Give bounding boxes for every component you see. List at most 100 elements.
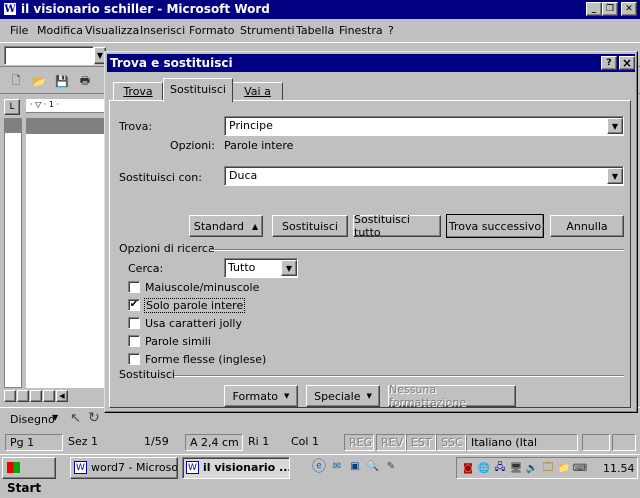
maximize-button[interactable]: ❐ xyxy=(602,2,618,16)
clock[interactable]: 11.54 xyxy=(603,462,635,475)
word-doc-icon: W xyxy=(186,461,199,474)
status-ext[interactable]: EST xyxy=(406,434,436,451)
replace-all-button[interactable]: Sostituisci tutto xyxy=(353,213,441,239)
layout-view-button[interactable] xyxy=(30,390,42,402)
free-rotate-icon[interactable]: ↻ xyxy=(88,410,100,426)
checkbox-box[interactable] xyxy=(128,317,140,329)
tray-scheduler-icon[interactable]: 🗔 xyxy=(541,461,555,475)
special-button-label: Speciale xyxy=(314,389,361,403)
scroll-left-button[interactable]: ◀ xyxy=(56,390,68,402)
cancel-button[interactable]: Annulla xyxy=(550,215,624,237)
tray-network-icon[interactable]: 🖧 xyxy=(493,461,507,475)
menu-visualizza[interactable]: Visualizza xyxy=(85,22,139,40)
replace-button[interactable]: Sostituisci xyxy=(272,215,348,237)
tab-trova-label: Trova xyxy=(123,85,153,98)
word-app-icon[interactable]: W xyxy=(3,2,17,16)
collapse-arrow-icon: ▲ xyxy=(251,221,259,231)
start-button[interactable]: Start xyxy=(2,457,56,495)
tab-trova[interactable]: Trova xyxy=(113,82,163,100)
tray-keyboard-icon[interactable]: ⌨ xyxy=(573,461,587,475)
outline-view-button[interactable] xyxy=(43,390,55,402)
find-input[interactable]: Principe xyxy=(224,116,624,136)
menu-finestra[interactable]: Finestra xyxy=(339,22,383,40)
checkbox-label: Forme flesse (inglese) xyxy=(145,353,267,366)
windows-logo-icon xyxy=(7,462,20,473)
style-combo[interactable] xyxy=(4,46,94,65)
checkbox-box[interactable] xyxy=(128,281,140,293)
menu-formato[interactable]: Formato xyxy=(189,22,235,40)
format-button[interactable]: Formato ▼ xyxy=(224,385,298,407)
find-next-button[interactable]: Trova successivo xyxy=(446,214,544,238)
search-direction-value: Tutto xyxy=(228,261,256,274)
menu-inserisci[interactable]: Inserisci xyxy=(140,22,185,40)
select-objects-icon[interactable]: ↖ xyxy=(70,411,81,426)
save-icon[interactable]: 💾 xyxy=(52,71,72,91)
drawing-menu-label[interactable]: Disegno xyxy=(10,413,55,426)
search-direction-arrow[interactable]: ▼ xyxy=(281,260,297,276)
checkbox-label: Usa caratteri jolly xyxy=(145,317,242,330)
status-ovr[interactable]: SSC xyxy=(436,434,466,451)
search-options-title: Opzioni di ricerca xyxy=(119,242,215,255)
tab-sostituisci-label: Sostituisci xyxy=(170,83,226,96)
tray-monitor-icon[interactable]: 🖥 xyxy=(509,461,523,475)
ruler-strip[interactable]: · ▽ · 1 · xyxy=(26,99,106,113)
status-rec[interactable]: REG xyxy=(344,434,374,451)
menu-bar: File Modifica Visualizza Inserisci Forma… xyxy=(0,19,640,41)
ie-icon[interactable]: ⓔ xyxy=(312,459,326,475)
standard-button[interactable]: Standard ▲ xyxy=(189,215,263,237)
search-icon[interactable]: 🔍 xyxy=(366,459,380,473)
status-language: Italiano (Ital xyxy=(466,434,578,451)
desktop-icon[interactable]: ▣ xyxy=(348,459,362,473)
dialog-help-button[interactable]: ? xyxy=(601,56,617,70)
no-formatting-button[interactable]: Nessuna formattazione xyxy=(388,383,516,409)
menu-strumenti[interactable]: Strumenti xyxy=(240,22,295,40)
outlook-icon[interactable]: ✉ xyxy=(330,459,344,473)
vertical-ruler xyxy=(4,118,22,388)
dialog-close-button[interactable]: × xyxy=(619,56,635,70)
tray-globe-icon[interactable]: 🌐 xyxy=(477,461,491,475)
tab-selector[interactable]: L xyxy=(4,99,20,115)
task-visionario[interactable]: W il visionario ... xyxy=(182,457,290,479)
tab-panel: Trova: Principe ▼ Opzioni: Parole intere… xyxy=(109,100,631,409)
drawing-menu-arrow-icon[interactable]: ▼ xyxy=(52,413,58,422)
find-input-value: Principe xyxy=(229,119,273,132)
find-dropdown-arrow[interactable]: ▼ xyxy=(607,118,623,134)
tab-vai-a[interactable]: Vai a xyxy=(233,82,283,100)
menu-file[interactable]: File xyxy=(10,22,28,40)
status-page: Pg 1 xyxy=(5,434,63,451)
online-view-button[interactable] xyxy=(17,390,29,402)
tab-sostituisci[interactable]: Sostituisci xyxy=(163,78,233,102)
checkbox-label: Maiuscole/minuscole xyxy=(145,281,260,294)
menu-tabella[interactable]: Tabella xyxy=(296,22,334,40)
tray-app-icon[interactable]: ◙ xyxy=(461,461,475,475)
find-label: Trova: xyxy=(119,120,153,133)
open-folder-icon[interactable]: 📂 xyxy=(29,71,49,91)
task-word7[interactable]: W word7 - Microso... xyxy=(70,457,178,479)
tab-vai-a-label: Vai a xyxy=(244,85,271,98)
normal-view-button[interactable] xyxy=(4,390,16,402)
replace-input[interactable]: Duca xyxy=(224,166,624,186)
checkbox-box[interactable] xyxy=(128,353,140,365)
menu-help[interactable]: ? xyxy=(388,22,394,40)
standard-button-label: Standard xyxy=(193,219,244,233)
minimize-button[interactable]: _ xyxy=(586,2,602,16)
menu-modifica[interactable]: Modifica xyxy=(37,22,83,40)
document-page[interactable] xyxy=(26,118,106,388)
new-document-icon[interactable]: 🗋 xyxy=(6,71,26,91)
notepad-icon[interactable]: ✎ xyxy=(384,459,398,473)
special-button[interactable]: Speciale ▼ xyxy=(306,385,380,407)
quicklaunch: ⓔ ✉ ▣ 🔍 ✎ xyxy=(312,459,422,477)
checkbox-box[interactable] xyxy=(128,335,140,347)
checkbox-box-checked[interactable]: ✔ xyxy=(128,299,140,311)
start-label: Start xyxy=(7,481,42,495)
replace-input-value: Duca xyxy=(229,169,258,182)
tray-speaker-icon[interactable]: 🔊 xyxy=(525,461,539,475)
view-buttons: ◀ xyxy=(4,390,108,404)
checkbox-label: Solo parole intere xyxy=(143,298,246,313)
status-rev[interactable]: REV xyxy=(376,434,406,451)
print-icon[interactable]: 🖶 xyxy=(75,71,95,91)
tray-folder-icon[interactable]: 📁 xyxy=(557,461,571,475)
close-button[interactable]: ✕ xyxy=(621,2,637,16)
checkbox-label: Parole simili xyxy=(145,335,211,348)
replace-dropdown-arrow[interactable]: ▼ xyxy=(607,168,623,184)
